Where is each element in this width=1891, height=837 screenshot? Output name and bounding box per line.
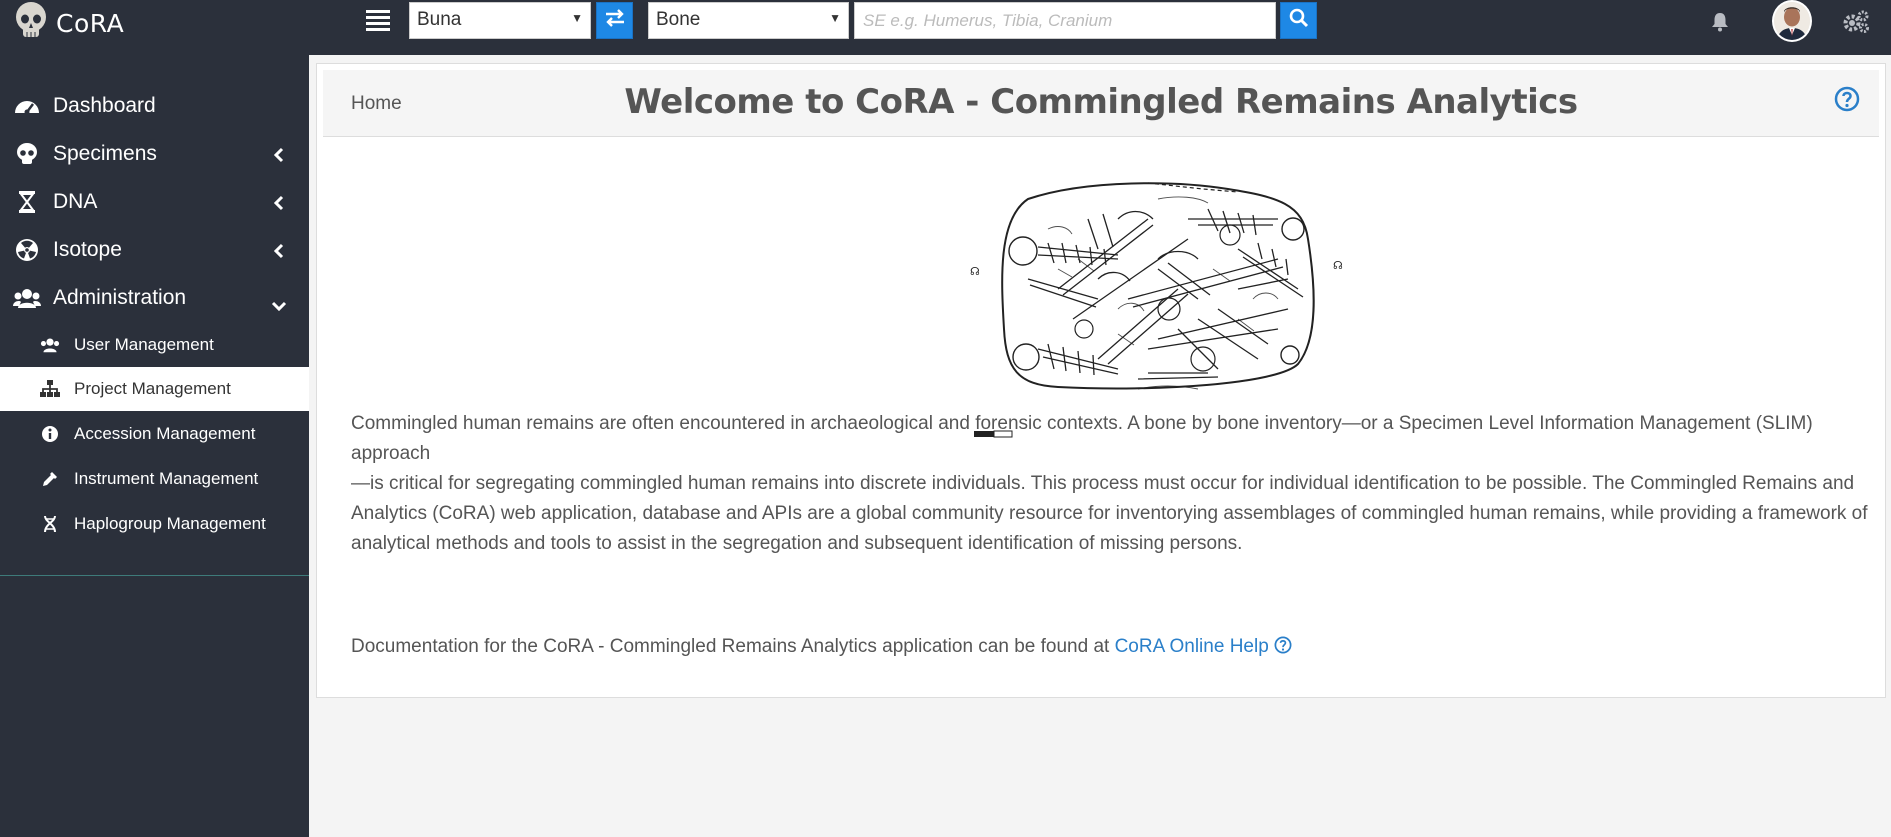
chevron-left-icon [273, 241, 284, 265]
dna-icon [39, 513, 61, 535]
search-button[interactable] [1280, 2, 1317, 39]
info-circle-icon [39, 423, 61, 445]
caret-down-icon: ▼ [571, 11, 583, 25]
sidebar-item-administration[interactable]: Administration [0, 276, 309, 320]
bell-icon[interactable] [1711, 12, 1729, 37]
intro-line: analytical methods and tools to assist i… [351, 533, 1243, 554]
sidebar-item-label: Dashboard [53, 94, 156, 117]
sidebar-subitem-label: Accession Management [74, 424, 256, 443]
svg-text:☊: ☊ [970, 265, 980, 278]
type-select-value: Bone [656, 9, 701, 30]
tachometer-icon [13, 92, 41, 120]
sidebar-item-dna[interactable]: DNA [0, 180, 309, 224]
chevron-down-icon [271, 293, 287, 317]
users-icon [39, 334, 61, 356]
sidebar-subitem-label: Haplogroup Management [74, 514, 266, 533]
sidebar-divider [0, 575, 309, 576]
top-navbar: CoRA Buna ▼ Bone ▼ [0, 0, 1891, 55]
eyedropper-icon [39, 468, 61, 490]
sidebar-subitem-label: Instrument Management [74, 469, 259, 488]
svg-text:☊: ☊ [1333, 259, 1343, 272]
users-icon [13, 284, 41, 312]
project-select[interactable]: Buna ▼ [409, 2, 591, 39]
chevron-left-icon [273, 193, 284, 217]
brand[interactable]: CoRA [14, 0, 124, 46]
sidebar-subitem-label: Project Management [74, 379, 231, 398]
avatar[interactable] [1772, 0, 1812, 42]
type-select[interactable]: Bone ▼ [648, 2, 849, 39]
intro-line: Analytics (CoRA) web application, databa… [351, 503, 1868, 524]
sidebar-subitem-label: User Management [74, 335, 214, 354]
brand-name: CoRA [56, 8, 125, 38]
search-input[interactable] [854, 2, 1276, 39]
swap-icon [604, 9, 626, 32]
gears-icon[interactable] [1842, 10, 1870, 39]
question-circle-icon[interactable] [1834, 86, 1860, 117]
panel-header: Home Welcome to CoRA - Commingled Remain… [323, 70, 1879, 137]
documentation-line: Documentation for the CoRA - Commingled … [351, 632, 1292, 662]
sitemap-icon [39, 378, 61, 400]
sidebar-subitem-project-management[interactable]: Project Management [0, 367, 309, 411]
radiation-icon [13, 236, 41, 264]
sidebar-subitem-accession-management[interactable]: Accession Management [0, 412, 309, 456]
documentation-text: Documentation for the CoRA - Commingled … [351, 636, 1110, 657]
skull-icon [13, 140, 41, 168]
sidebar-item-label: DNA [53, 190, 98, 213]
sidebar-subitem-instrument-management[interactable]: Instrument Management [0, 457, 309, 501]
intro-paragraph: Commingled human remains are often encou… [351, 409, 1885, 559]
sidebar-item-label: Isotope [53, 238, 122, 261]
sidebar: Dashboard Specimens DNA Isotope Administ… [0, 55, 309, 837]
chevron-left-icon [273, 145, 284, 169]
intro-line: —is critical for segregating commingled … [351, 473, 1855, 494]
sidebar-item-isotope[interactable]: Isotope [0, 228, 309, 272]
question-circle-icon [1274, 636, 1292, 657]
sidebar-item-dashboard[interactable]: Dashboard [0, 84, 309, 128]
swap-button[interactable] [596, 2, 633, 39]
online-help-link-label: CoRA Online Help [1114, 636, 1269, 657]
search-icon [1289, 8, 1309, 33]
bars-icon[interactable] [366, 10, 390, 32]
project-select-value: Buna [417, 9, 462, 30]
caret-down-icon: ▼ [829, 11, 841, 25]
sidebar-item-label: Specimens [53, 142, 157, 165]
sidebar-subitem-user-management[interactable]: User Management [0, 323, 309, 367]
intro-line: Commingled human remains are often encou… [351, 413, 1813, 464]
welcome-panel: Home Welcome to CoRA - Commingled Remain… [316, 63, 1886, 698]
hourglass-icon [13, 188, 41, 216]
online-help-link[interactable]: CoRA Online Help [1115, 636, 1292, 657]
sidebar-item-label: Administration [53, 286, 187, 309]
skull-logo-icon [14, 1, 48, 46]
sidebar-subitem-haplogroup-management[interactable]: Haplogroup Management [0, 502, 309, 546]
sidebar-item-specimens[interactable]: Specimens [0, 132, 309, 176]
page-title: Welcome to CoRA - Commingled Remains Ana… [624, 82, 1578, 122]
